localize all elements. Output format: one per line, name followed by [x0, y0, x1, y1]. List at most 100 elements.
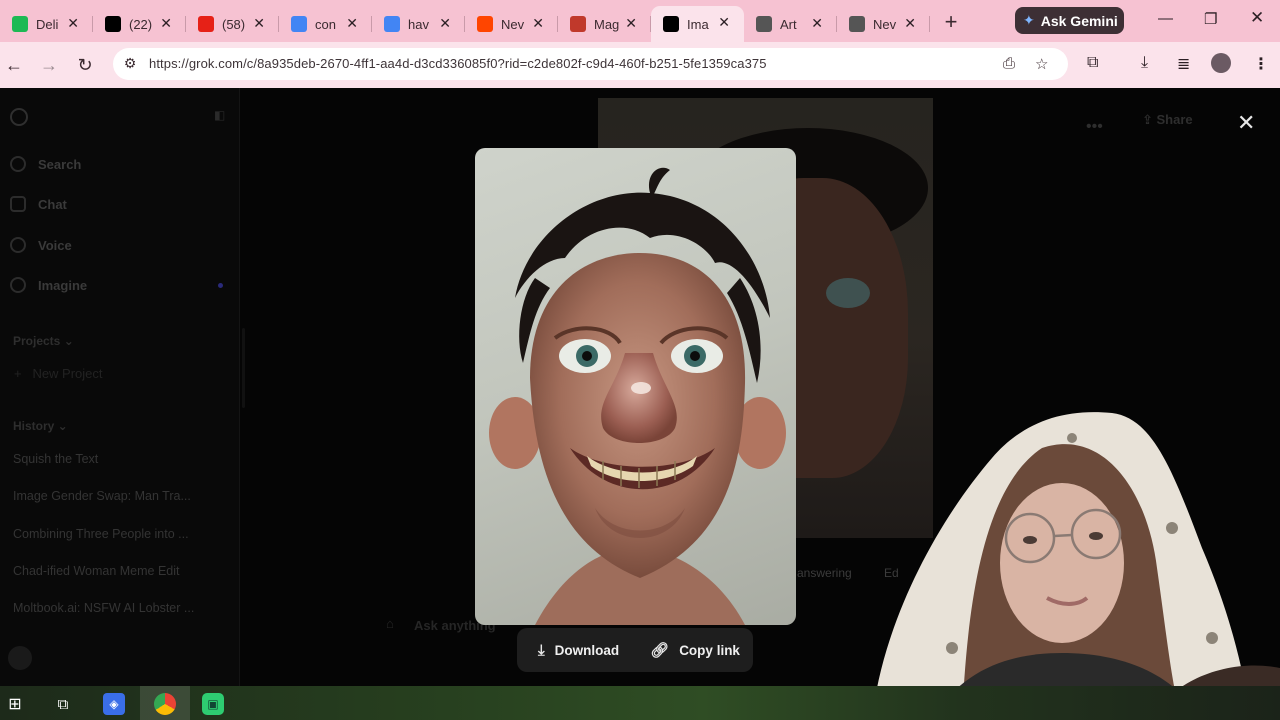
- browser-tab[interactable]: Nev ✕: [837, 7, 930, 41]
- projects-label: Projects: [13, 334, 61, 348]
- url-text: https://grok.com/c/8a935deb-2670-4ff1-aa…: [149, 56, 767, 71]
- nav-chat-label: Chat: [38, 196, 67, 212]
- close-tab-icon[interactable]: ✕: [718, 14, 730, 31]
- copy-link-button[interactable]: 🔗︎ Copy link: [650, 641, 740, 659]
- close-viewer-icon[interactable]: ✕: [1237, 110, 1255, 136]
- chat-icon: [10, 196, 26, 212]
- task-view-icon[interactable]: ⧉: [52, 693, 74, 715]
- browser-tab[interactable]: hav ✕: [372, 7, 465, 41]
- tab-title: (58): [222, 16, 246, 32]
- download-label: Download: [554, 642, 620, 658]
- gemini-icon: ✦: [1023, 12, 1035, 28]
- new-tab-button[interactable]: +: [934, 5, 968, 39]
- address-bar[interactable]: ⚙ https://grok.com/c/8a935deb-2670-4ff1-…: [113, 48, 1068, 80]
- tab-title: Nev: [873, 16, 897, 32]
- windows-taskbar: ⊞ ⧉ ◈ ▣: [0, 686, 1280, 720]
- downloads-icon[interactable]: ⤓: [1141, 54, 1148, 72]
- close-tab-icon[interactable]: ✕: [811, 15, 823, 32]
- projects-heading[interactable]: Projects ⌄: [13, 334, 74, 348]
- site-settings-icon[interactable]: ⚙: [121, 55, 139, 73]
- share-label: Share: [1156, 112, 1193, 127]
- imagine-badge: [218, 283, 223, 288]
- minimize-button[interactable]: —: [1158, 10, 1173, 27]
- more-options-icon[interactable]: •••: [1086, 118, 1103, 136]
- download-icon: ⤓: [538, 641, 545, 659]
- attach-icon: ⌂: [386, 616, 394, 631]
- new-project-label: New Project: [32, 366, 103, 381]
- history-item[interactable]: Moltbook.ai: NSFW AI Lobster ...: [13, 601, 194, 615]
- tab-title: con: [315, 16, 336, 32]
- forward-button[interactable]: →: [36, 52, 62, 78]
- close-tab-icon[interactable]: ✕: [160, 15, 172, 32]
- nav-search[interactable]: Search: [10, 156, 81, 172]
- close-tab-icon[interactable]: ✕: [67, 15, 79, 32]
- voice-icon: [10, 237, 26, 253]
- green-app-icon[interactable]: ▣: [202, 693, 224, 715]
- reddit-icon: [477, 16, 493, 32]
- close-tab-icon[interactable]: ✕: [346, 15, 358, 32]
- install-app-icon[interactable]: ⎙: [1003, 55, 1015, 72]
- browser-tab[interactable]: (22) ✕: [93, 7, 186, 41]
- history-item[interactable]: Chad-ified Woman Meme Edit: [13, 564, 180, 578]
- browser-tab[interactable]: Deli ✕: [0, 7, 93, 41]
- media-control-icon[interactable]: ≣: [1177, 54, 1190, 74]
- nav-voice[interactable]: Voice: [10, 237, 72, 253]
- tab-title: Art: [780, 16, 797, 32]
- nav-chat[interactable]: Chat: [10, 196, 67, 212]
- sidebar-scrollbar[interactable]: [242, 328, 245, 408]
- browser-tab[interactable]: con ✕: [279, 7, 372, 41]
- windows-start-icon[interactable]: ⊞: [4, 693, 26, 715]
- imagine-icon: [10, 277, 26, 293]
- close-tab-icon[interactable]: ✕: [625, 15, 637, 32]
- webcam-overlay: [872, 408, 1280, 720]
- close-tab-icon[interactable]: ✕: [532, 15, 544, 32]
- history-heading[interactable]: History ⌄: [13, 419, 68, 433]
- grok-logo-icon[interactable]: [10, 108, 28, 126]
- close-tab-icon[interactable]: ✕: [904, 15, 916, 32]
- bookmark-star-icon[interactable]: ☆: [1035, 55, 1048, 73]
- ask-gemini-button[interactable]: ✦ Ask Gemini: [1015, 7, 1124, 34]
- chrome-menu-icon[interactable]: ⋮: [1253, 54, 1269, 74]
- chrome-icon: [849, 16, 865, 32]
- browser-tab[interactable]: Art ✕: [744, 7, 837, 41]
- browser-tab[interactable]: Ima ✕: [651, 6, 744, 42]
- screen: Deli ✕ (22) ✕ (58) ✕ con ✕ hav ✕ Nev ✕ Mag ✕ Ima ✕ Art ✕ N…: [0, 0, 1280, 720]
- history-item[interactable]: Squish the Text: [13, 452, 98, 466]
- nav-imagine[interactable]: Imagine: [10, 277, 87, 293]
- nav-voice-label: Voice: [38, 237, 72, 253]
- browser-toolbar: ← → ↻ ⚙ https://grok.com/c/8a935deb-2670…: [0, 42, 1280, 88]
- background-chip-answering: answering: [797, 566, 852, 580]
- share-button[interactable]: ⇪ Share: [1142, 112, 1193, 128]
- youtube-icon: [198, 16, 214, 32]
- chrome-taskbar-icon[interactable]: [154, 693, 176, 715]
- history-item[interactable]: Combining Three People into ...: [13, 527, 189, 541]
- sidebar: ◧ Search Chat Voice Imagine Projects ⌄ +…: [0, 88, 240, 686]
- extensions-icon[interactable]: ⧉: [1087, 54, 1098, 72]
- app-icon[interactable]: ◈: [103, 693, 125, 715]
- ask-gemini-label: Ask Gemini: [1040, 12, 1118, 29]
- google-icon: [384, 16, 400, 32]
- caricature-face-illustration: [489, 167, 786, 625]
- google-icon: [291, 16, 307, 32]
- history-item[interactable]: Image Gender Swap: Man Tra...: [13, 489, 191, 503]
- close-tab-icon[interactable]: ✕: [253, 15, 265, 32]
- webcam-person-illustration: [872, 412, 1280, 720]
- profile-avatar[interactable]: [1211, 53, 1231, 73]
- user-avatar[interactable]: [8, 646, 32, 670]
- browser-tab[interactable]: (58) ✕: [186, 7, 279, 41]
- history-label: History: [13, 419, 55, 433]
- browser-tab[interactable]: Mag ✕: [558, 7, 651, 41]
- reload-button[interactable]: ↻: [72, 52, 98, 78]
- back-button[interactable]: ←: [1, 52, 27, 78]
- tab-title: (22): [129, 16, 153, 32]
- close-window-button[interactable]: ✕: [1250, 8, 1264, 28]
- browser-tab[interactable]: Nev ✕: [465, 7, 558, 41]
- search-icon: [10, 156, 26, 172]
- collapse-sidebar-icon[interactable]: ◧: [214, 108, 225, 122]
- download-button[interactable]: ⤓ Download: [538, 642, 619, 659]
- restore-button[interactable]: ❐: [1204, 10, 1217, 28]
- image-action-bar: ⤓ Download 🔗︎ Copy link: [517, 628, 753, 672]
- close-tab-icon[interactable]: ✕: [439, 15, 451, 32]
- tab-title: Nev: [501, 16, 525, 32]
- new-project-button[interactable]: + New Project: [14, 366, 103, 381]
